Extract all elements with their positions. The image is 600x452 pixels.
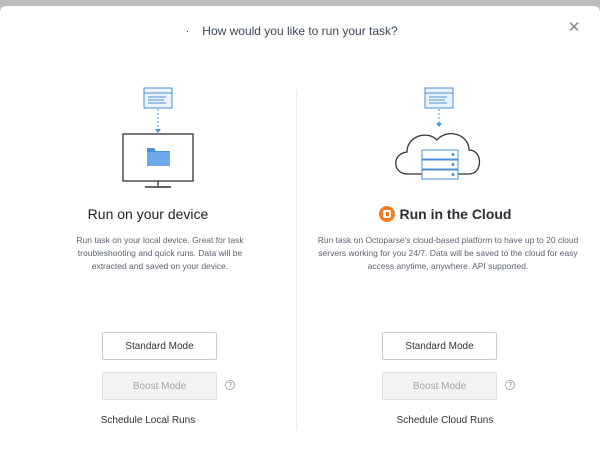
document-icon [424, 87, 454, 109]
cloud-standard-mode-button[interactable]: Standard Mode [382, 332, 497, 360]
cloud-heading: Run in the Cloud [297, 206, 593, 222]
schedule-cloud-runs-link[interactable]: Schedule Cloud Runs [297, 415, 593, 426]
schedule-local-runs-link[interactable]: Schedule Local Runs [0, 415, 296, 426]
help-icon[interactable]: ? [225, 380, 235, 390]
help-icon[interactable]: ? [505, 380, 515, 390]
local-heading: Run on your device [87, 206, 209, 222]
local-standard-mode-button[interactable]: Standard Mode [102, 332, 217, 360]
device-illustration [122, 87, 194, 188]
cloud-heading-text: Run in the Cloud [399, 206, 512, 222]
run-task-dialog: How would you like to run your task? ✕ R… [0, 6, 600, 452]
local-run-panel: Run on your device Run task on your loca… [0, 6, 296, 452]
cloud-illustration [395, 87, 481, 180]
server-icon [421, 149, 459, 180]
cloud-boost-mode-button[interactable]: Boost Mode [382, 372, 497, 400]
thumbs-up-icon [378, 206, 395, 222]
local-boost-mode-button[interactable]: Boost Mode [102, 372, 217, 400]
cloud-description: Run task on Octoparse's cloud-based plat… [317, 235, 579, 271]
local-description: Run task on your local device. Great for… [76, 235, 244, 271]
document-icon [143, 87, 173, 109]
cloud-run-panel: Run in the Cloud Run task on Octoparse's… [297, 6, 593, 452]
